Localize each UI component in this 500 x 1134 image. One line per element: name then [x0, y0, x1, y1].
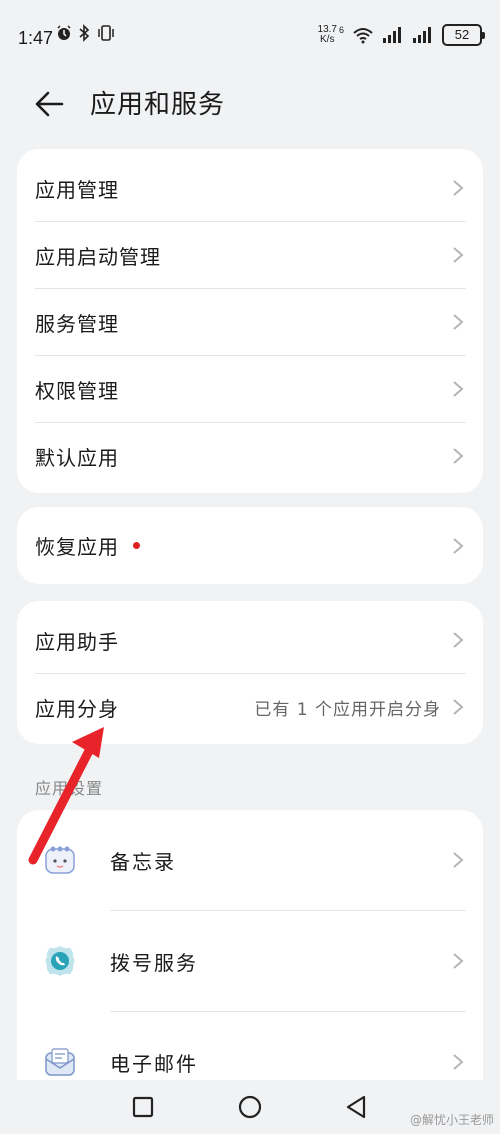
email-icon	[45, 1048, 75, 1076]
chevron-right-icon	[453, 448, 464, 464]
restore-apps-item[interactable]: 恢复应用	[17, 507, 483, 584]
item-label: 服务管理	[35, 311, 119, 336]
item-label: 恢复应用	[35, 535, 119, 559]
chevron-right-icon	[453, 314, 464, 330]
home-icon[interactable]	[235, 1092, 265, 1122]
item-label: 拨号服务	[110, 950, 198, 975]
chevron-right-icon	[453, 1054, 464, 1070]
chevron-right-icon	[453, 852, 464, 868]
dialer-service-item[interactable]: 拨号服务	[17, 911, 483, 1011]
app-settings-list: 备忘录 拨号服务 电子邮件	[17, 810, 483, 1080]
app-twin-status: 已有 1 个应用开启分身	[254, 699, 441, 720]
notification-dot	[133, 542, 140, 549]
app-launch-management-item[interactable]: 应用启动管理	[17, 222, 483, 288]
email-app-item[interactable]: 电子邮件	[17, 1012, 483, 1080]
bluetooth-icon	[79, 24, 90, 42]
default-apps-item[interactable]: 默认应用	[17, 423, 483, 489]
section-label-app-settings: 应用设置	[35, 779, 104, 798]
wifi-icon	[353, 28, 373, 44]
item-label: 电子邮件	[110, 1051, 198, 1076]
status-time: 1:47	[18, 28, 54, 48]
chevron-right-icon	[453, 247, 464, 263]
page-title: 应用和服务	[90, 90, 226, 120]
chevron-right-icon	[453, 699, 464, 715]
battery-icon: 52	[442, 24, 485, 46]
alarm-icon	[57, 25, 71, 40]
item-label: 默认应用	[35, 445, 119, 470]
app-twin-item[interactable]: 应用分身 已有 1 个应用开启分身	[17, 674, 483, 740]
item-label: 应用助手	[35, 629, 119, 654]
item-label: 备忘录	[110, 849, 176, 874]
app-management-item[interactable]: 应用管理	[17, 155, 483, 221]
status-bar: 1:47 13.7 K/s 6 52	[0, 0, 500, 78]
signal-icon	[383, 27, 401, 43]
item-label: 应用管理	[35, 177, 119, 202]
item-label: 权限管理	[35, 378, 119, 403]
chevron-right-icon	[453, 537, 464, 554]
back-arrow-icon[interactable]	[30, 84, 70, 124]
chevron-right-icon	[453, 953, 464, 969]
memo-app-item[interactable]: 备忘录	[17, 810, 483, 910]
settings-group-2: 恢复应用	[17, 507, 483, 584]
signal-icon	[413, 27, 431, 43]
phone-icon	[45, 946, 75, 976]
app-assistant-item[interactable]: 应用助手	[17, 607, 483, 673]
page-header: 应用和服务	[0, 78, 500, 128]
item-label: 应用启动管理	[35, 244, 161, 269]
back-triangle-icon[interactable]	[341, 1092, 371, 1122]
item-label: 应用分身	[35, 696, 119, 721]
permission-management-item[interactable]: 权限管理	[17, 356, 483, 422]
network-badge: 6	[338, 25, 344, 35]
memo-icon	[45, 846, 75, 874]
watermark: @解忧小王老师	[409, 1113, 494, 1127]
vibrate-icon	[98, 25, 114, 41]
settings-group-3: 应用助手 应用分身 已有 1 个应用开启分身	[17, 601, 483, 744]
service-management-item[interactable]: 服务管理	[17, 289, 483, 355]
recents-icon[interactable]	[128, 1092, 158, 1122]
system-nav-bar: @解忧小王老师	[0, 1080, 500, 1134]
settings-group-1: 应用管理 应用启动管理 服务管理 权限管理 默认应用	[17, 149, 483, 493]
chevron-right-icon	[453, 381, 464, 397]
network-speed: 13.7 K/s	[317, 24, 337, 45]
chevron-right-icon	[453, 180, 464, 196]
chevron-right-icon	[453, 632, 464, 648]
